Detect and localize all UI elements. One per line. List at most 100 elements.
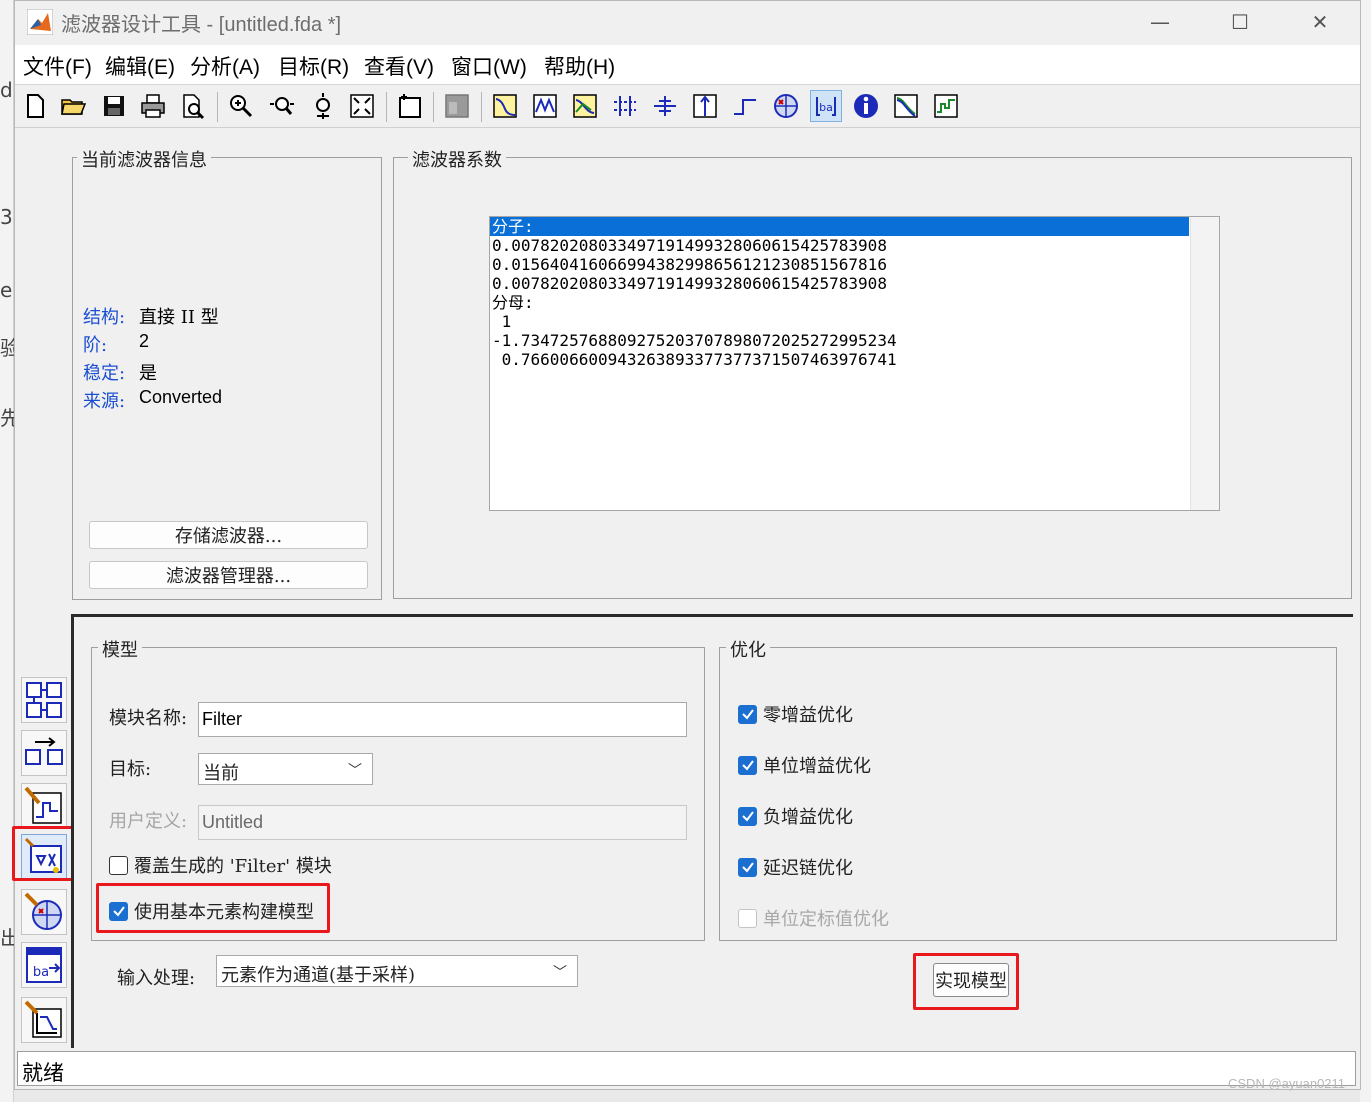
pole-zero-editor-icon[interactable] [21,889,67,935]
group-delay-icon[interactable] [609,90,641,122]
coefficient-line: 0.76600660094326389337737737150746397674… [492,350,897,369]
coefficients-icon[interactable]: ba [810,90,842,122]
chevron-down-icon: ﹀ [348,763,362,779]
coefficients-listbox[interactable]: 分子: 0.0078202080334971914993280606154257… [489,216,1220,511]
coefficient-line: -1.7347257688092752037078980720252729952… [492,331,897,350]
source-label: 来源: [83,391,126,412]
svg-text:ba: ba [33,965,49,980]
title-bar[interactable]: 滤波器设计工具 - [untitled.fda *] — ☐ ✕ [15,1,1360,43]
structure-label: 结构: [83,307,126,328]
impulse-response-icon[interactable] [689,90,721,122]
basic-elements-highlight-box [96,883,330,933]
unity-gain-optimization-checkbox[interactable]: 单位增益优化 [738,752,871,778]
full-view-icon[interactable] [346,90,378,122]
minimize-button[interactable]: — [1120,1,1200,43]
maximize-button[interactable]: ☐ [1200,1,1280,43]
round-off-noise-icon[interactable] [930,90,962,122]
svg-text:ba: ba [819,101,833,114]
zoom-in-icon[interactable] [225,90,257,122]
toolbar-separator [433,92,434,122]
toolbar-separator [386,92,387,122]
input-processing-select[interactable]: 元素作为通道(基于采样) ﹀ [216,955,578,987]
open-folder-icon[interactable] [57,90,89,122]
menu-targets[interactable]: 目标(R) [278,51,349,81]
checkbox-box[interactable] [738,755,757,775]
status-text: 就绪 [22,1062,64,1085]
target-label: 目标: [109,759,152,780]
overwrite-block-checkbox[interactable]: 覆盖生成的 'Filter' 模块 [109,852,332,878]
watermark: CSDN @ayuan0211 [1228,1076,1346,1091]
checkbox-box[interactable] [738,806,757,826]
new-file-icon[interactable] [19,90,51,122]
checkbox-label: 覆盖生成的 'Filter' 模块 [134,856,332,877]
block-name-input[interactable]: Filter [198,702,687,737]
magnitude-phase-icon[interactable] [569,90,601,122]
coefficient-line: 0.0078202080334971914993280606154257839​… [492,236,887,255]
checkbox-label: 延迟链优化 [763,858,853,879]
realize-model-panel: 模型 模块名称: Filter 目标: 当前 ﹀ 用户定义: Untitled … [71,614,1353,1048]
design-filter-icon[interactable] [21,783,67,829]
multirate-design-icon[interactable] [21,997,67,1043]
delay-chain-optimization-checkbox[interactable]: 延迟链优化 [738,854,853,880]
zoom-x-icon[interactable] [266,90,298,122]
order-value: 2 [139,331,150,351]
realize-button-highlight-box [913,953,1019,1010]
toolbar: ba [15,86,1360,128]
coefficient-line: 分子: [492,217,534,236]
selected-row-highlight [490,217,1189,236]
phase-delay-icon[interactable] [649,90,681,122]
filter-manager-button[interactable]: 滤波器管理器... [89,561,368,589]
convert-structure-icon[interactable] [21,730,67,776]
group-title: 优化 [726,636,770,662]
checkbox-box[interactable] [738,908,757,928]
store-filter-button[interactable]: 存储滤波器... [89,521,368,549]
menu-edit[interactable]: 编辑(E) [105,51,175,81]
magnitude-response-icon[interactable] [489,90,521,122]
import-filter-icon[interactable]: ba [21,942,67,988]
menu-help[interactable]: 帮助(H) [544,51,615,81]
menu-view[interactable]: 查看(V) [364,51,434,81]
target-select[interactable]: 当前 ﹀ [198,753,373,785]
checkbox-box[interactable] [109,855,128,875]
background-text: 先 [0,406,14,430]
checkbox-label: 单位定标值优化 [763,909,889,930]
phase-response-icon[interactable] [529,90,561,122]
background-text: d [0,78,13,102]
menu-bar: 文件(F) 编辑(E) 分析(A) 目标(R) 查看(V) 窗口(W) 帮助(H… [15,45,1360,85]
unity-scale-optimization-checkbox[interactable]: 单位定标值优化 [738,905,889,931]
print-preview-icon[interactable] [177,90,209,122]
print-icon[interactable] [137,90,169,122]
group-title: 当前滤波器信息 [77,146,211,172]
checkbox-box[interactable] [738,857,757,877]
menu-window[interactable]: 窗口(W) [451,51,527,81]
design-mode-icon[interactable] [441,90,473,122]
coefficient-line: 分母: [492,293,534,312]
menu-file[interactable]: 文件(F) [23,51,92,81]
close-button[interactable]: ✕ [1280,1,1360,43]
pole-zero-icon[interactable] [770,90,802,122]
negative-gain-optimization-checkbox[interactable]: 负增益优化 [738,803,853,829]
input-processing-label: 输入处理: [117,968,196,989]
magnitude-estimate-icon[interactable] [890,90,922,122]
user-defined-label: 用户定义: [109,811,188,832]
checkbox-box[interactable] [738,704,757,724]
background-text: 出 [0,926,14,950]
target-select-value: 当前 [203,763,239,784]
transform-filter-icon[interactable] [21,677,67,723]
save-icon[interactable] [98,90,130,122]
new-window-icon[interactable] [394,90,426,122]
input-processing-value: 元素作为通道(基于采样) [221,965,416,986]
order-label: 阶: [83,335,108,356]
zoom-y-icon[interactable] [307,90,339,122]
step-response-icon[interactable] [729,90,761,122]
checkbox-label: 单位增益优化 [763,756,871,777]
user-defined-input[interactable]: Untitled [198,805,687,840]
zero-gain-optimization-checkbox[interactable]: 零增益优化 [738,701,853,727]
info-icon[interactable] [850,90,882,122]
menu-analysis[interactable]: 分析(A) [190,51,260,81]
background-app-left: d 3 ep 验 先 出 [0,0,14,1102]
checkbox-label: 零增益优化 [763,705,853,726]
current-filter-info-group: 当前滤波器信息 结构: 直接 II 型 阶: 2 稳定: 是 来源: Conve… [72,146,382,600]
filter-design-window: 滤波器设计工具 - [untitled.fda *] — ☐ ✕ 文件(F) 编… [12,0,1361,1090]
coefficients-scrollbar[interactable] [1190,217,1219,510]
